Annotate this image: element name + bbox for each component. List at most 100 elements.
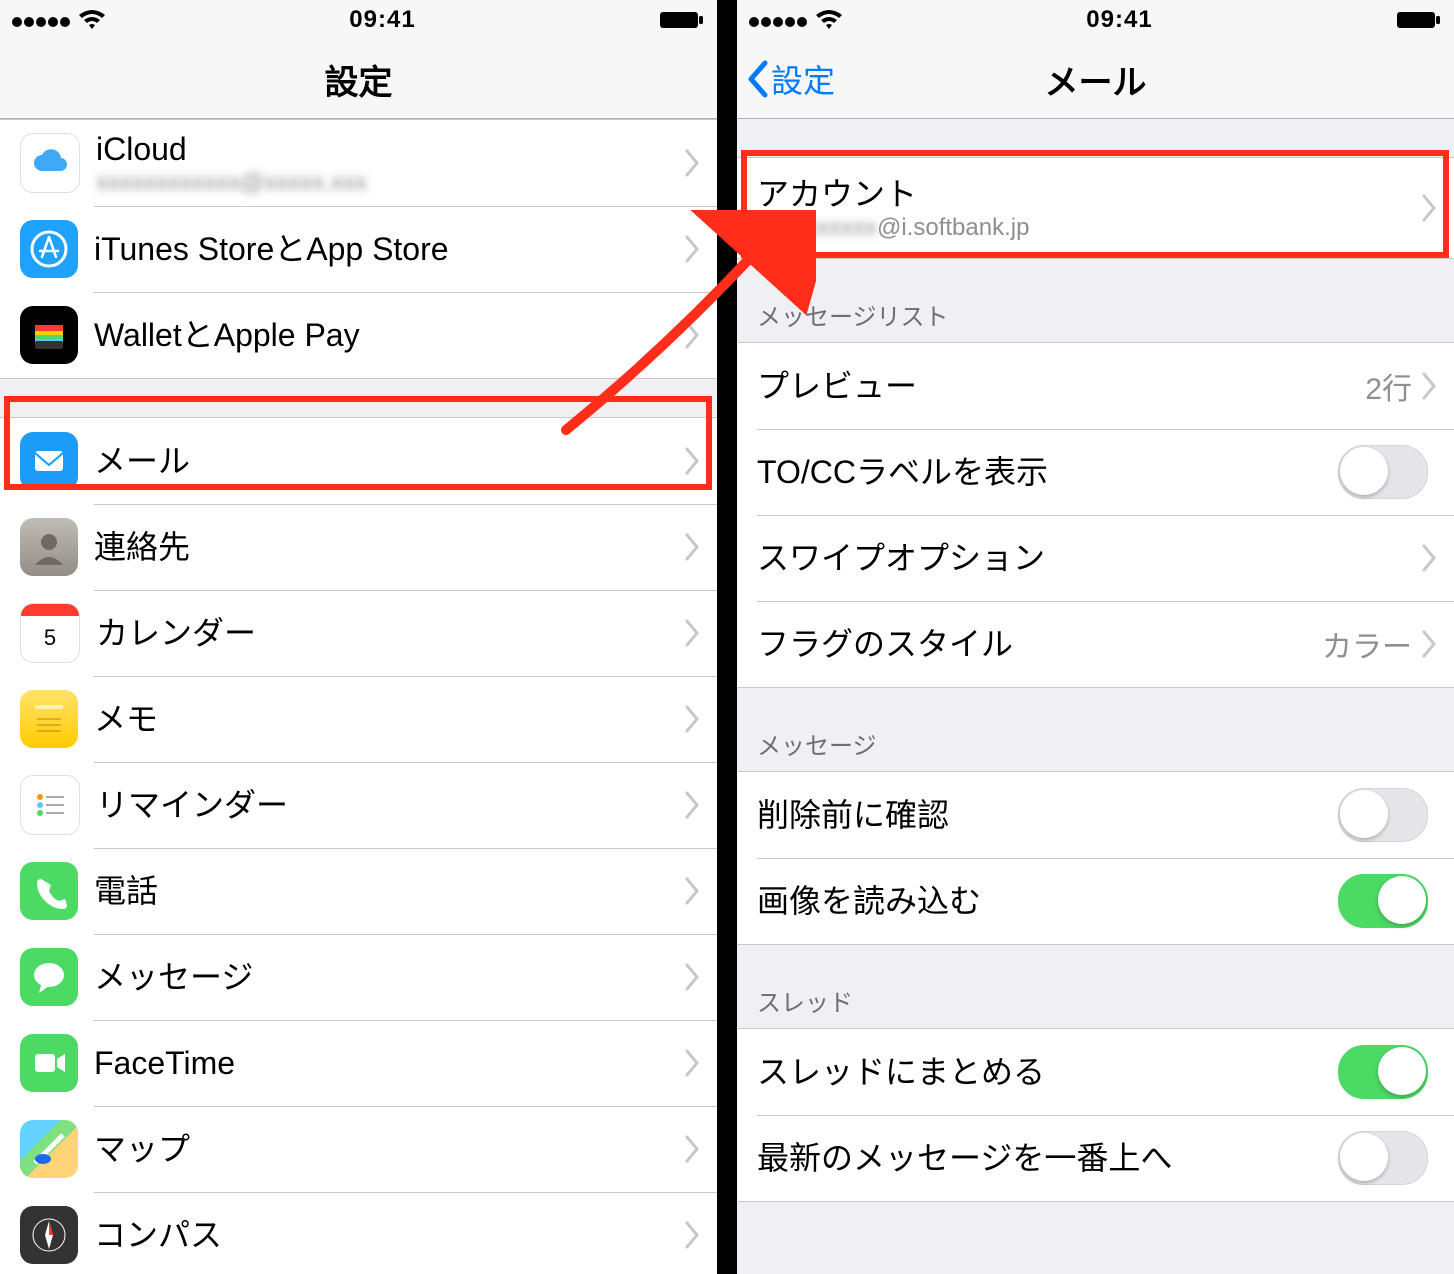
mail-row-tocc-label[interactable]: TO/CCラベルを表示 bbox=[737, 429, 1454, 515]
row-label: メッセージ bbox=[94, 958, 685, 996]
chevron-right-icon bbox=[685, 235, 701, 263]
nav-bar: 設定 bbox=[0, 40, 717, 119]
mail-group-message: メッセージ 削除前に確認 画像を読み込む bbox=[737, 726, 1454, 945]
chevron-left-icon bbox=[745, 59, 769, 99]
toggle-switch[interactable] bbox=[1338, 788, 1428, 842]
section-header-thread: スレッド bbox=[737, 983, 1454, 1028]
row-label: スレッドにまとめる bbox=[757, 1053, 1338, 1091]
page-title: 設定 bbox=[325, 55, 393, 104]
mail-row-organize-thread[interactable]: スレッドにまとめる bbox=[737, 1029, 1454, 1115]
settings-row-messages[interactable]: メッセージ bbox=[0, 934, 717, 1020]
chevron-right-icon bbox=[685, 149, 701, 177]
row-label: コンパス bbox=[94, 1216, 685, 1254]
row-subtitle: xxxxxxxxxxxx@xxxxx.xxx bbox=[96, 170, 685, 196]
back-label: 設定 bbox=[771, 56, 835, 102]
chevron-right-icon bbox=[685, 447, 701, 475]
chevron-right-icon bbox=[685, 1049, 701, 1077]
wifi-icon bbox=[78, 9, 106, 31]
reminders-icon bbox=[20, 775, 80, 835]
row-label: メール bbox=[94, 442, 685, 480]
chevron-right-icon bbox=[685, 1135, 701, 1163]
chevron-right-icon bbox=[685, 1221, 701, 1249]
row-label: カレンダー bbox=[96, 614, 685, 652]
settings-row-itunes-store[interactable]: iTunes StoreとApp Store bbox=[0, 206, 717, 292]
signal-dots-icon bbox=[749, 6, 809, 34]
row-label: メモ bbox=[94, 700, 685, 738]
chevron-right-icon bbox=[1422, 630, 1438, 658]
row-detail-value: 2行 bbox=[1365, 364, 1412, 408]
section-header-message-list: メッセージリスト bbox=[737, 297, 1454, 342]
calendar-icon: 5 bbox=[20, 603, 80, 663]
back-button[interactable]: 設定 bbox=[745, 56, 835, 102]
mail-row-preview[interactable]: プレビュー 2行 bbox=[737, 343, 1454, 429]
wallet-icon bbox=[20, 306, 78, 364]
settings-screen: 09:41 設定 iCloud xxxxxxxxxxxx@xxxxx.xxx bbox=[0, 0, 717, 1274]
phone-icon bbox=[20, 862, 78, 920]
row-label: 連絡先 bbox=[94, 528, 685, 566]
settings-row-calendar[interactable]: 5 カレンダー bbox=[0, 590, 717, 676]
row-label: FaceTime bbox=[94, 1044, 685, 1082]
svg-text:5: 5 bbox=[44, 625, 56, 650]
mail-group-thread: スレッド スレッドにまとめる 最新のメッセージを一番上へ bbox=[737, 983, 1454, 1202]
row-label: iCloud bbox=[96, 130, 685, 168]
row-label: プレビュー bbox=[757, 367, 1365, 405]
toggle-switch[interactable] bbox=[1338, 1045, 1428, 1099]
settings-row-facetime[interactable]: FaceTime bbox=[0, 1020, 717, 1106]
mail-row-flag-style[interactable]: フラグのスタイル カラー bbox=[737, 601, 1454, 687]
status-bar: 09:41 bbox=[0, 0, 717, 40]
row-label: WalletとApple Pay bbox=[94, 316, 685, 354]
toggle-switch[interactable] bbox=[1338, 874, 1428, 928]
chevron-right-icon bbox=[685, 877, 701, 905]
icloud-icon bbox=[20, 133, 80, 193]
toggle-switch[interactable] bbox=[1338, 445, 1428, 499]
row-label: スワイプオプション bbox=[757, 539, 1422, 577]
row-label: アカウント bbox=[757, 175, 1422, 213]
battery-icon bbox=[1396, 9, 1442, 31]
settings-row-contacts[interactable]: 連絡先 bbox=[0, 504, 717, 590]
statusbar-time: 09:41 bbox=[349, 6, 415, 34]
chevron-right-icon bbox=[1422, 544, 1438, 572]
row-label: リマインダー bbox=[96, 786, 685, 824]
row-label: フラグのスタイル bbox=[757, 625, 1322, 663]
statusbar-time: 09:41 bbox=[1086, 6, 1152, 34]
mail-row-swipe-options[interactable]: スワイプオプション bbox=[737, 515, 1454, 601]
settings-row-reminders[interactable]: リマインダー bbox=[0, 762, 717, 848]
settings-row-icloud[interactable]: iCloud xxxxxxxxxxxx@xxxxx.xxx bbox=[0, 120, 717, 206]
compass-icon bbox=[20, 1206, 78, 1264]
chevron-right-icon bbox=[685, 321, 701, 349]
toggle-switch[interactable] bbox=[1338, 1131, 1428, 1185]
mail-row-load-images[interactable]: 画像を読み込む bbox=[737, 858, 1454, 944]
mail-icon bbox=[20, 432, 78, 490]
mail-row-confirm-before-delete[interactable]: 削除前に確認 bbox=[737, 772, 1454, 858]
row-label: iTunes StoreとApp Store bbox=[94, 230, 685, 268]
row-label: マップ bbox=[94, 1130, 685, 1168]
chevron-right-icon bbox=[685, 705, 701, 733]
chevron-right-icon bbox=[685, 619, 701, 647]
mail-settings-screen: 09:41 設定 メール アカウント xxxxxxxxxx@i.softbank… bbox=[737, 0, 1454, 1274]
messages-icon bbox=[20, 948, 78, 1006]
maps-icon bbox=[20, 1120, 78, 1178]
wifi-icon bbox=[815, 9, 843, 31]
chevron-right-icon bbox=[685, 791, 701, 819]
row-label: 画像を読み込む bbox=[757, 882, 1338, 920]
signal-dots-icon bbox=[12, 6, 72, 34]
settings-row-mail[interactable]: メール bbox=[0, 418, 717, 504]
chevron-right-icon bbox=[1422, 372, 1438, 400]
battery-icon bbox=[659, 9, 705, 31]
section-header-message: メッセージ bbox=[737, 726, 1454, 771]
row-detail-value: カラー bbox=[1322, 622, 1412, 666]
appstore-icon bbox=[20, 220, 78, 278]
nav-bar: 設定 メール bbox=[737, 40, 1454, 119]
facetime-icon bbox=[20, 1034, 78, 1092]
settings-row-maps[interactable]: マップ bbox=[0, 1106, 717, 1192]
settings-row-compass[interactable]: コンパス bbox=[0, 1192, 717, 1274]
settings-group-apple: iCloud xxxxxxxxxxxx@xxxxx.xxx iTunes Sto… bbox=[0, 119, 717, 379]
mail-row-accounts[interactable]: アカウント xxxxxxxxxx@i.softbank.jp bbox=[737, 158, 1454, 258]
settings-row-notes[interactable]: メモ bbox=[0, 676, 717, 762]
settings-row-wallet[interactable]: WalletとApple Pay bbox=[0, 292, 717, 378]
settings-row-phone[interactable]: 電話 bbox=[0, 848, 717, 934]
chevron-right-icon bbox=[1422, 194, 1438, 222]
row-label: 電話 bbox=[94, 872, 685, 910]
settings-group-apps: メール 連絡先 5 カレンダー bbox=[0, 417, 717, 1274]
mail-row-newest-on-top[interactable]: 最新のメッセージを一番上へ bbox=[737, 1115, 1454, 1201]
